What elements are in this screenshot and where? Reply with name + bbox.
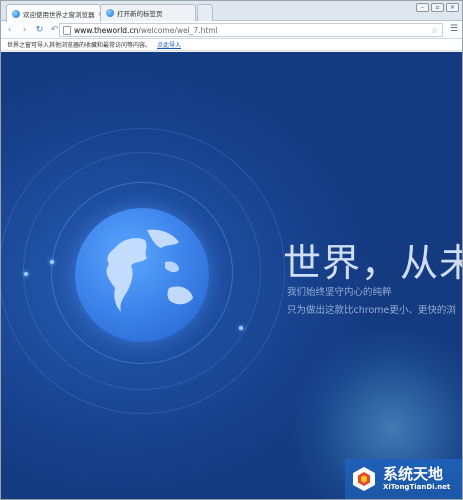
hero-tagline-2: 只为做出这款比chrome更小、更快的浏 <box>287 305 456 316</box>
browser-favicon-icon <box>12 9 20 18</box>
forward-button[interactable]: › <box>18 23 31 36</box>
navigation-toolbar: ‹ › ↻ ↶ www.theworld.cn /welcome/wel_7.h… <box>1 21 462 39</box>
globe-icon <box>75 208 209 342</box>
browser-favicon-icon <box>106 9 114 17</box>
welcome-page: 世界，从未这 我们始终坚守内心的纯粹 只为做出这款比chrome更小、更快的浏 <box>1 52 462 499</box>
browser-window: 欢迎使用世界之窗浏览器 × 打开新的标签页 – ▫ × ‹ › ↻ ↶ www.… <box>0 0 463 500</box>
watermark-en: XiTongTianDi.net <box>383 483 451 491</box>
tab-new-tab-page[interactable]: 打开新的标签页 <box>100 4 196 21</box>
url-host: www.theworld.cn <box>74 25 139 35</box>
orbit-dot <box>24 272 28 276</box>
orbit-dot <box>50 260 54 264</box>
tab-label: 欢迎使用世界之窗浏览器 <box>23 10 95 19</box>
window-controls: – ▫ × <box>416 3 459 12</box>
maximize-icon[interactable]: ▫ <box>431 3 444 12</box>
minimize-icon[interactable]: – <box>416 3 429 12</box>
watermark-cn: 系统天地 <box>383 465 444 483</box>
tab-close-icon[interactable]: × <box>95 10 101 18</box>
watermark-logo-icon <box>353 467 375 491</box>
tab-strip: 欢迎使用世界之窗浏览器 × 打开新的标签页 – ▫ × <box>1 1 462 22</box>
new-tab-button[interactable] <box>197 4 213 21</box>
tab-welcome[interactable]: 欢迎使用世界之窗浏览器 × <box>6 4 101 22</box>
import-link[interactable]: 点此导入 <box>157 40 181 49</box>
orbit-dot <box>239 326 243 330</box>
menu-icon[interactable]: ☰ <box>450 24 458 34</box>
close-window-icon[interactable]: × <box>446 3 459 12</box>
hero-headline: 世界，从未这 <box>283 241 462 285</box>
hero-tagline-1: 我们始终坚守内心的纯粹 <box>287 287 392 298</box>
address-bar[interactable]: www.theworld.cn /welcome/wel_7.html ☆ <box>59 23 443 37</box>
refresh-button[interactable]: ↻ <box>33 23 46 36</box>
bookmark-star-icon[interactable]: ☆ <box>431 26 438 35</box>
page-icon <box>63 25 71 35</box>
back-button[interactable]: ‹ <box>3 23 16 36</box>
tab-label: 打开新的标签页 <box>117 10 163 18</box>
watermark-text: 系统天地 XiTongTianDi.net <box>383 466 450 492</box>
import-notice-text: 世界之窗可导入其他浏览器的收藏和最常访问等内容。 <box>7 42 152 49</box>
watermark-badge: 系统天地 XiTongTianDi.net <box>345 459 462 499</box>
url-path: /welcome/wel_7.html <box>138 25 218 35</box>
import-notice-bar: 世界之窗可导入其他浏览器的收藏和最常访问等内容。 点此导入 <box>1 39 462 51</box>
